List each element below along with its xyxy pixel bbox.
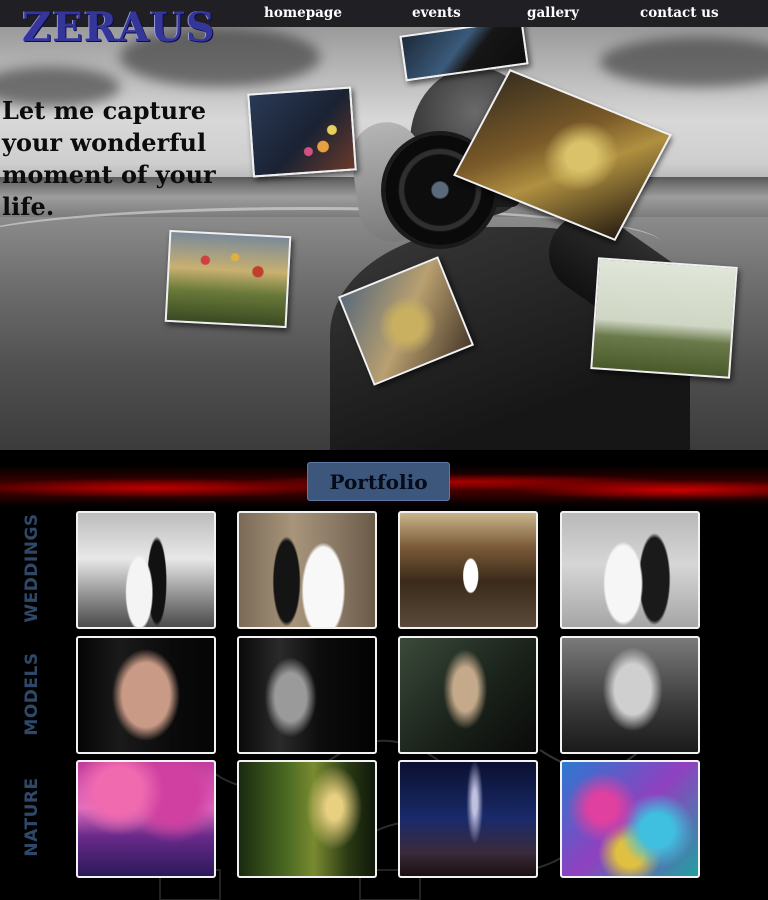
nav-link-contact-us[interactable]: contact us [640, 5, 719, 21]
portfolio-section: Portfolio WEDDINGS MODELS NATURE [0, 450, 768, 900]
category-label-models: MODELS [22, 652, 42, 736]
wedding-photo-3[interactable] [398, 511, 538, 629]
nature-photo-1[interactable] [76, 760, 216, 878]
floating-photo [590, 257, 738, 379]
floating-photo [164, 229, 292, 329]
hero-banner: Let me capture your wonderful moment of … [0, 27, 768, 450]
wedding-photo-4[interactable] [560, 511, 700, 629]
site-logo[interactable]: ZERAUS [22, 8, 216, 48]
wedding-photo-2[interactable] [237, 511, 377, 629]
nav-link-events[interactable]: events [412, 5, 461, 21]
category-label-nature: NATURE [22, 777, 42, 857]
portfolio-button[interactable]: Portfolio [307, 462, 450, 501]
wedding-photo-1[interactable] [76, 511, 216, 629]
category-label-weddings: WEDDINGS [22, 513, 42, 623]
nature-photo-4[interactable] [560, 760, 700, 878]
nav-link-gallery[interactable]: gallery [527, 5, 579, 21]
model-photo-1[interactable] [76, 636, 216, 754]
hero-tagline: Let me capture your wonderful moment of … [2, 96, 216, 221]
nature-photo-2[interactable] [237, 760, 377, 878]
model-photo-2[interactable] [237, 636, 377, 754]
nature-photo-3[interactable] [398, 760, 538, 878]
model-photo-4[interactable] [560, 636, 700, 754]
nav-link-homepage[interactable]: homepage [264, 5, 342, 21]
cloud-shape [600, 37, 768, 87]
model-photo-3[interactable] [398, 636, 538, 754]
